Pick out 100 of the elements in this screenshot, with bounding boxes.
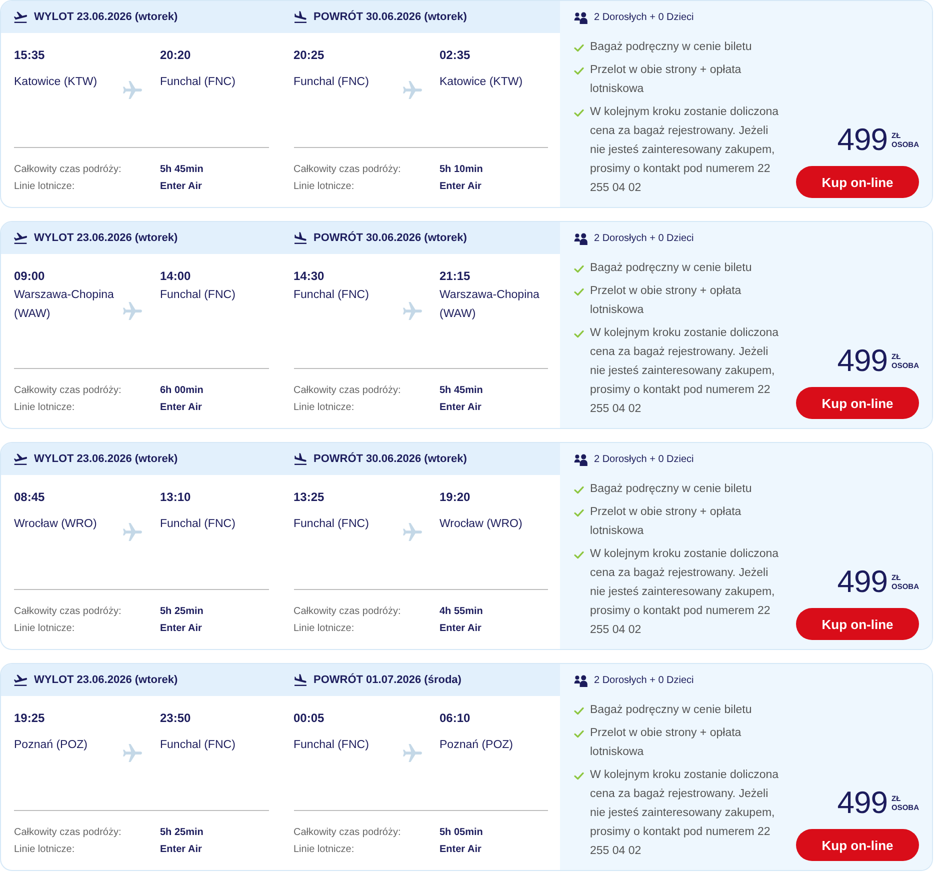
check-icon xyxy=(574,288,584,296)
feature-text: W kolejnym kroku zostanie doliczona cena za bagaż rejestrowany. Jeżeli nie jesteś zainteresowany zakupem, prosimy o kontakt pod numerem 22 255 04 02 xyxy=(590,768,780,859)
detail-value: 5h 05min xyxy=(440,827,483,838)
takeoff-icon xyxy=(14,11,27,23)
arrival-time: 20:20 xyxy=(160,48,191,63)
people-icon xyxy=(574,232,588,244)
detail-label: Całkowity czas podróży: xyxy=(294,164,401,175)
detail-label: Całkowity czas podróży: xyxy=(14,164,122,175)
arrival-time: 19:20 xyxy=(440,490,470,505)
arrival-airport: Funchal (FNC) xyxy=(160,75,236,90)
departure-airport: Wrocław (WRO) xyxy=(14,517,97,532)
feature-text: Bagaż podręczny w cenie biletu xyxy=(590,40,752,55)
detail-label: Całkowity czas podróży: xyxy=(294,606,401,617)
departure-airport: Funchal (FNC) xyxy=(294,738,369,753)
people-icon xyxy=(574,12,588,24)
departure-time: 20:25 xyxy=(294,48,324,63)
detail-value: 5h 25min xyxy=(160,606,204,617)
departure-airport: Funchal (FNC) xyxy=(294,75,369,90)
departure-time: 19:25 xyxy=(14,711,45,726)
detail-label: Całkowity czas podróży: xyxy=(14,827,122,838)
detail-label: Całkowity czas podróży: xyxy=(14,606,122,617)
feature-text: Przelot w obie strony + opłata lotniskowa xyxy=(590,63,742,97)
detail-value: Enter Air xyxy=(440,844,482,855)
buy-online-button[interactable]: Kup on-line xyxy=(796,829,919,861)
departure-time: 15:35 xyxy=(14,48,45,63)
departure-time: 13:25 xyxy=(294,490,324,505)
feature-text: Bagaż podręczny w cenie biletu xyxy=(590,703,752,718)
departure-airport: Warszawa-Chopina (WAW) xyxy=(14,288,115,322)
departure-airport: Funchal (FNC) xyxy=(294,517,369,532)
check-icon xyxy=(574,509,584,517)
check-icon xyxy=(574,707,584,715)
detail-label: Linie lotnicze: xyxy=(294,844,354,855)
feature-text: Przelot w obie strony + opłata lotniskowa xyxy=(590,505,742,539)
buy-online-button[interactable]: Kup on-line xyxy=(796,387,919,419)
arrival-time: 21:15 xyxy=(440,269,470,284)
detail-value: 4h 55min xyxy=(440,606,483,617)
feature-text: Przelot w obie strony + opłata lotniskowa xyxy=(590,726,742,760)
arrival-airport: Katowice (KTW) xyxy=(440,75,523,90)
check-icon xyxy=(574,730,584,738)
feature-text: W kolejnym kroku zostanie doliczona cena za bagaż rejestrowany. Jeżeli nie jesteś zainteresowany zakupem, prosimy o kontakt pod numerem 22 255 04 02 xyxy=(590,547,780,638)
check-icon xyxy=(574,772,584,780)
landing-icon xyxy=(294,674,306,686)
arrival-airport: Funchal (FNC) xyxy=(160,288,236,303)
leg-title: WYLOT 23.06.2026 (wtorek) xyxy=(34,674,178,686)
feature-text: W kolejnym kroku zostanie doliczona cena za bagaż rejestrowany. Jeżeli nie jesteś zainteresowany zakupem, prosimy o kontakt pod numerem 22 255 04 02 xyxy=(590,105,780,196)
check-icon xyxy=(574,551,584,559)
departure-airport: Katowice (KTW) xyxy=(14,75,98,90)
landing-icon xyxy=(294,453,306,465)
airplane-icon xyxy=(402,81,422,100)
detail-value: 5h 45min xyxy=(160,164,204,175)
buy-online-button[interactable]: Kup on-line xyxy=(796,608,919,640)
passenger-count: 2 Dorosłych + 0 Dzieci xyxy=(594,675,694,686)
departure-time: 08:45 xyxy=(14,490,45,505)
takeoff-icon xyxy=(14,232,27,244)
detail-label: Linie lotnicze: xyxy=(294,402,354,413)
detail-value: 6h 00min xyxy=(160,385,204,396)
detail-label: Całkowity czas podróży: xyxy=(14,385,122,396)
leg-title: POWRÓT 01.07.2026 (środa) xyxy=(314,674,462,686)
passenger-count: 2 Dorosłych + 0 Dzieci xyxy=(594,454,694,465)
departure-time: 00:05 xyxy=(294,711,324,726)
takeoff-icon xyxy=(14,453,27,465)
leg-title: WYLOT 23.06.2026 (wtorek) xyxy=(34,232,178,244)
detail-value: Enter Air xyxy=(160,181,202,192)
arrival-airport: Funchal (FNC) xyxy=(160,517,236,532)
arrival-airport: Funchal (FNC) xyxy=(160,738,236,753)
detail-label: Całkowity czas podróży: xyxy=(294,385,401,396)
airplane-icon xyxy=(123,744,142,763)
buy-online-button[interactable]: Kup on-line xyxy=(796,166,919,198)
feature-text: Przelot w obie strony + opłata lotniskowa xyxy=(590,284,742,318)
arrival-time: 06:10 xyxy=(440,711,470,726)
airplane-icon xyxy=(123,523,142,542)
price: 499 xyxy=(837,345,888,377)
leg-title: POWRÓT 30.06.2026 (wtorek) xyxy=(314,11,467,23)
people-icon xyxy=(574,674,588,686)
departure-time: 09:00 xyxy=(14,269,45,284)
airplane-icon xyxy=(123,302,142,321)
leg-title: WYLOT 23.06.2026 (wtorek) xyxy=(34,453,178,465)
airplane-icon xyxy=(402,523,422,542)
departure-airport: Funchal (FNC) xyxy=(294,288,369,303)
arrival-time: 23:50 xyxy=(160,711,191,726)
detail-value: Enter Air xyxy=(440,623,482,634)
departure-time: 14:30 xyxy=(294,269,324,284)
airplane-icon xyxy=(123,81,142,100)
check-icon xyxy=(574,67,584,75)
landing-icon xyxy=(294,232,306,244)
price: 499 xyxy=(837,124,888,156)
feature-text: Bagaż podręczny w cenie biletu xyxy=(590,261,752,276)
detail-label: Linie lotnicze: xyxy=(14,402,75,413)
arrival-airport: Wrocław (WRO) xyxy=(440,517,522,532)
arrival-time: 14:00 xyxy=(160,269,191,284)
check-icon xyxy=(574,486,584,494)
arrival-time: 13:10 xyxy=(160,490,191,505)
price: 499 xyxy=(837,787,888,819)
detail-value: Enter Air xyxy=(160,844,202,855)
leg-title: POWRÓT 30.06.2026 (wtorek) xyxy=(314,232,467,244)
detail-value: 5h 10min xyxy=(440,164,483,175)
leg-title: WYLOT 23.06.2026 (wtorek) xyxy=(34,11,178,23)
passenger-count: 2 Dorosłych + 0 Dzieci xyxy=(594,12,694,23)
detail-value: 5h 25min xyxy=(160,827,204,838)
price: 499 xyxy=(837,566,888,598)
